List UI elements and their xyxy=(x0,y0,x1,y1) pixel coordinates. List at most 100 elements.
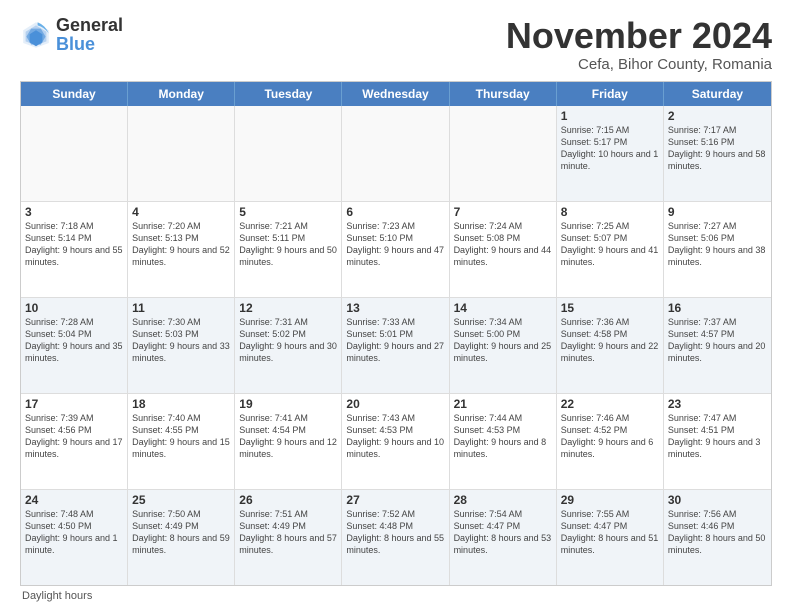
calendar-cell: 30Sunrise: 7:56 AM Sunset: 4:46 PM Dayli… xyxy=(664,490,771,585)
calendar-header-cell: Sunday xyxy=(21,82,128,106)
daylight-footer: Daylight hours xyxy=(20,590,772,602)
calendar-cell: 20Sunrise: 7:43 AM Sunset: 4:53 PM Dayli… xyxy=(342,394,449,489)
day-info: Sunrise: 7:17 AM Sunset: 5:16 PM Dayligh… xyxy=(668,124,767,173)
logo-blue: Blue xyxy=(56,34,95,54)
day-info: Sunrise: 7:37 AM Sunset: 4:57 PM Dayligh… xyxy=(668,316,767,365)
day-info: Sunrise: 7:20 AM Sunset: 5:13 PM Dayligh… xyxy=(132,220,230,269)
day-number: 20 xyxy=(346,397,444,411)
day-info: Sunrise: 7:44 AM Sunset: 4:53 PM Dayligh… xyxy=(454,412,552,461)
calendar-cell: 9Sunrise: 7:27 AM Sunset: 5:06 PM Daylig… xyxy=(664,202,771,297)
calendar-header: SundayMondayTuesdayWednesdayThursdayFrid… xyxy=(21,82,771,106)
calendar-header-cell: Tuesday xyxy=(235,82,342,106)
day-number: 5 xyxy=(239,205,337,219)
day-number: 7 xyxy=(454,205,552,219)
day-number: 10 xyxy=(25,301,123,315)
title-area: November 2024 Cefa, Bihor County, Romani… xyxy=(506,16,772,73)
calendar-cell: 24Sunrise: 7:48 AM Sunset: 4:50 PM Dayli… xyxy=(21,490,128,585)
calendar-row: 24Sunrise: 7:48 AM Sunset: 4:50 PM Dayli… xyxy=(21,490,771,585)
day-number: 29 xyxy=(561,493,659,507)
logo-text: General Blue xyxy=(56,16,123,54)
day-info: Sunrise: 7:18 AM Sunset: 5:14 PM Dayligh… xyxy=(25,220,123,269)
calendar-cell: 28Sunrise: 7:54 AM Sunset: 4:47 PM Dayli… xyxy=(450,490,557,585)
calendar-row: 3Sunrise: 7:18 AM Sunset: 5:14 PM Daylig… xyxy=(21,202,771,298)
calendar-cell: 21Sunrise: 7:44 AM Sunset: 4:53 PM Dayli… xyxy=(450,394,557,489)
main-title: November 2024 xyxy=(506,16,772,56)
calendar-cell: 1Sunrise: 7:15 AM Sunset: 5:17 PM Daylig… xyxy=(557,106,664,201)
calendar-cell: 23Sunrise: 7:47 AM Sunset: 4:51 PM Dayli… xyxy=(664,394,771,489)
day-info: Sunrise: 7:33 AM Sunset: 5:01 PM Dayligh… xyxy=(346,316,444,365)
calendar-cell: 12Sunrise: 7:31 AM Sunset: 5:02 PM Dayli… xyxy=(235,298,342,393)
day-number: 12 xyxy=(239,301,337,315)
calendar-cell: 5Sunrise: 7:21 AM Sunset: 5:11 PM Daylig… xyxy=(235,202,342,297)
day-info: Sunrise: 7:54 AM Sunset: 4:47 PM Dayligh… xyxy=(454,508,552,557)
day-info: Sunrise: 7:21 AM Sunset: 5:11 PM Dayligh… xyxy=(239,220,337,269)
calendar-cell xyxy=(450,106,557,201)
day-number: 26 xyxy=(239,493,337,507)
day-info: Sunrise: 7:27 AM Sunset: 5:06 PM Dayligh… xyxy=(668,220,767,269)
calendar-row: 1Sunrise: 7:15 AM Sunset: 5:17 PM Daylig… xyxy=(21,106,771,202)
calendar-cell: 25Sunrise: 7:50 AM Sunset: 4:49 PM Dayli… xyxy=(128,490,235,585)
day-number: 17 xyxy=(25,397,123,411)
calendar-cell: 4Sunrise: 7:20 AM Sunset: 5:13 PM Daylig… xyxy=(128,202,235,297)
calendar-cell: 29Sunrise: 7:55 AM Sunset: 4:47 PM Dayli… xyxy=(557,490,664,585)
day-number: 9 xyxy=(668,205,767,219)
day-number: 11 xyxy=(132,301,230,315)
calendar-cell: 3Sunrise: 7:18 AM Sunset: 5:14 PM Daylig… xyxy=(21,202,128,297)
day-number: 27 xyxy=(346,493,444,507)
day-info: Sunrise: 7:50 AM Sunset: 4:49 PM Dayligh… xyxy=(132,508,230,557)
day-info: Sunrise: 7:56 AM Sunset: 4:46 PM Dayligh… xyxy=(668,508,767,557)
day-number: 28 xyxy=(454,493,552,507)
day-number: 30 xyxy=(668,493,767,507)
day-info: Sunrise: 7:40 AM Sunset: 4:55 PM Dayligh… xyxy=(132,412,230,461)
calendar-cell xyxy=(235,106,342,201)
header: General Blue November 2024 Cefa, Bihor C… xyxy=(20,16,772,73)
day-info: Sunrise: 7:46 AM Sunset: 4:52 PM Dayligh… xyxy=(561,412,659,461)
day-info: Sunrise: 7:28 AM Sunset: 5:04 PM Dayligh… xyxy=(25,316,123,365)
day-info: Sunrise: 7:34 AM Sunset: 5:00 PM Dayligh… xyxy=(454,316,552,365)
day-number: 4 xyxy=(132,205,230,219)
day-number: 19 xyxy=(239,397,337,411)
day-number: 8 xyxy=(561,205,659,219)
calendar-header-cell: Saturday xyxy=(664,82,771,106)
calendar-cell: 10Sunrise: 7:28 AM Sunset: 5:04 PM Dayli… xyxy=(21,298,128,393)
calendar-cell: 8Sunrise: 7:25 AM Sunset: 5:07 PM Daylig… xyxy=(557,202,664,297)
day-info: Sunrise: 7:55 AM Sunset: 4:47 PM Dayligh… xyxy=(561,508,659,557)
calendar-cell: 22Sunrise: 7:46 AM Sunset: 4:52 PM Dayli… xyxy=(557,394,664,489)
calendar-cell: 16Sunrise: 7:37 AM Sunset: 4:57 PM Dayli… xyxy=(664,298,771,393)
day-info: Sunrise: 7:52 AM Sunset: 4:48 PM Dayligh… xyxy=(346,508,444,557)
day-number: 21 xyxy=(454,397,552,411)
calendar-cell: 7Sunrise: 7:24 AM Sunset: 5:08 PM Daylig… xyxy=(450,202,557,297)
day-info: Sunrise: 7:15 AM Sunset: 5:17 PM Dayligh… xyxy=(561,124,659,173)
day-info: Sunrise: 7:23 AM Sunset: 5:10 PM Dayligh… xyxy=(346,220,444,269)
day-number: 1 xyxy=(561,109,659,123)
calendar-cell: 26Sunrise: 7:51 AM Sunset: 4:49 PM Dayli… xyxy=(235,490,342,585)
day-info: Sunrise: 7:30 AM Sunset: 5:03 PM Dayligh… xyxy=(132,316,230,365)
calendar-row: 10Sunrise: 7:28 AM Sunset: 5:04 PM Dayli… xyxy=(21,298,771,394)
day-number: 18 xyxy=(132,397,230,411)
day-number: 6 xyxy=(346,205,444,219)
calendar-header-cell: Thursday xyxy=(450,82,557,106)
day-info: Sunrise: 7:24 AM Sunset: 5:08 PM Dayligh… xyxy=(454,220,552,269)
calendar-cell: 19Sunrise: 7:41 AM Sunset: 4:54 PM Dayli… xyxy=(235,394,342,489)
logo-general: General xyxy=(56,15,123,35)
calendar-cell: 13Sunrise: 7:33 AM Sunset: 5:01 PM Dayli… xyxy=(342,298,449,393)
day-number: 24 xyxy=(25,493,123,507)
calendar-cell xyxy=(21,106,128,201)
day-info: Sunrise: 7:48 AM Sunset: 4:50 PM Dayligh… xyxy=(25,508,123,557)
logo-icon xyxy=(20,19,52,51)
calendar-cell: 17Sunrise: 7:39 AM Sunset: 4:56 PM Dayli… xyxy=(21,394,128,489)
calendar-cell: 18Sunrise: 7:40 AM Sunset: 4:55 PM Dayli… xyxy=(128,394,235,489)
calendar-cell: 15Sunrise: 7:36 AM Sunset: 4:58 PM Dayli… xyxy=(557,298,664,393)
calendar-cell xyxy=(342,106,449,201)
day-number: 16 xyxy=(668,301,767,315)
day-info: Sunrise: 7:25 AM Sunset: 5:07 PM Dayligh… xyxy=(561,220,659,269)
day-info: Sunrise: 7:36 AM Sunset: 4:58 PM Dayligh… xyxy=(561,316,659,365)
day-info: Sunrise: 7:31 AM Sunset: 5:02 PM Dayligh… xyxy=(239,316,337,365)
calendar-cell: 27Sunrise: 7:52 AM Sunset: 4:48 PM Dayli… xyxy=(342,490,449,585)
calendar-cell: 2Sunrise: 7:17 AM Sunset: 5:16 PM Daylig… xyxy=(664,106,771,201)
day-number: 2 xyxy=(668,109,767,123)
calendar: SundayMondayTuesdayWednesdayThursdayFrid… xyxy=(20,81,772,586)
day-number: 22 xyxy=(561,397,659,411)
day-number: 3 xyxy=(25,205,123,219)
calendar-header-cell: Wednesday xyxy=(342,82,449,106)
